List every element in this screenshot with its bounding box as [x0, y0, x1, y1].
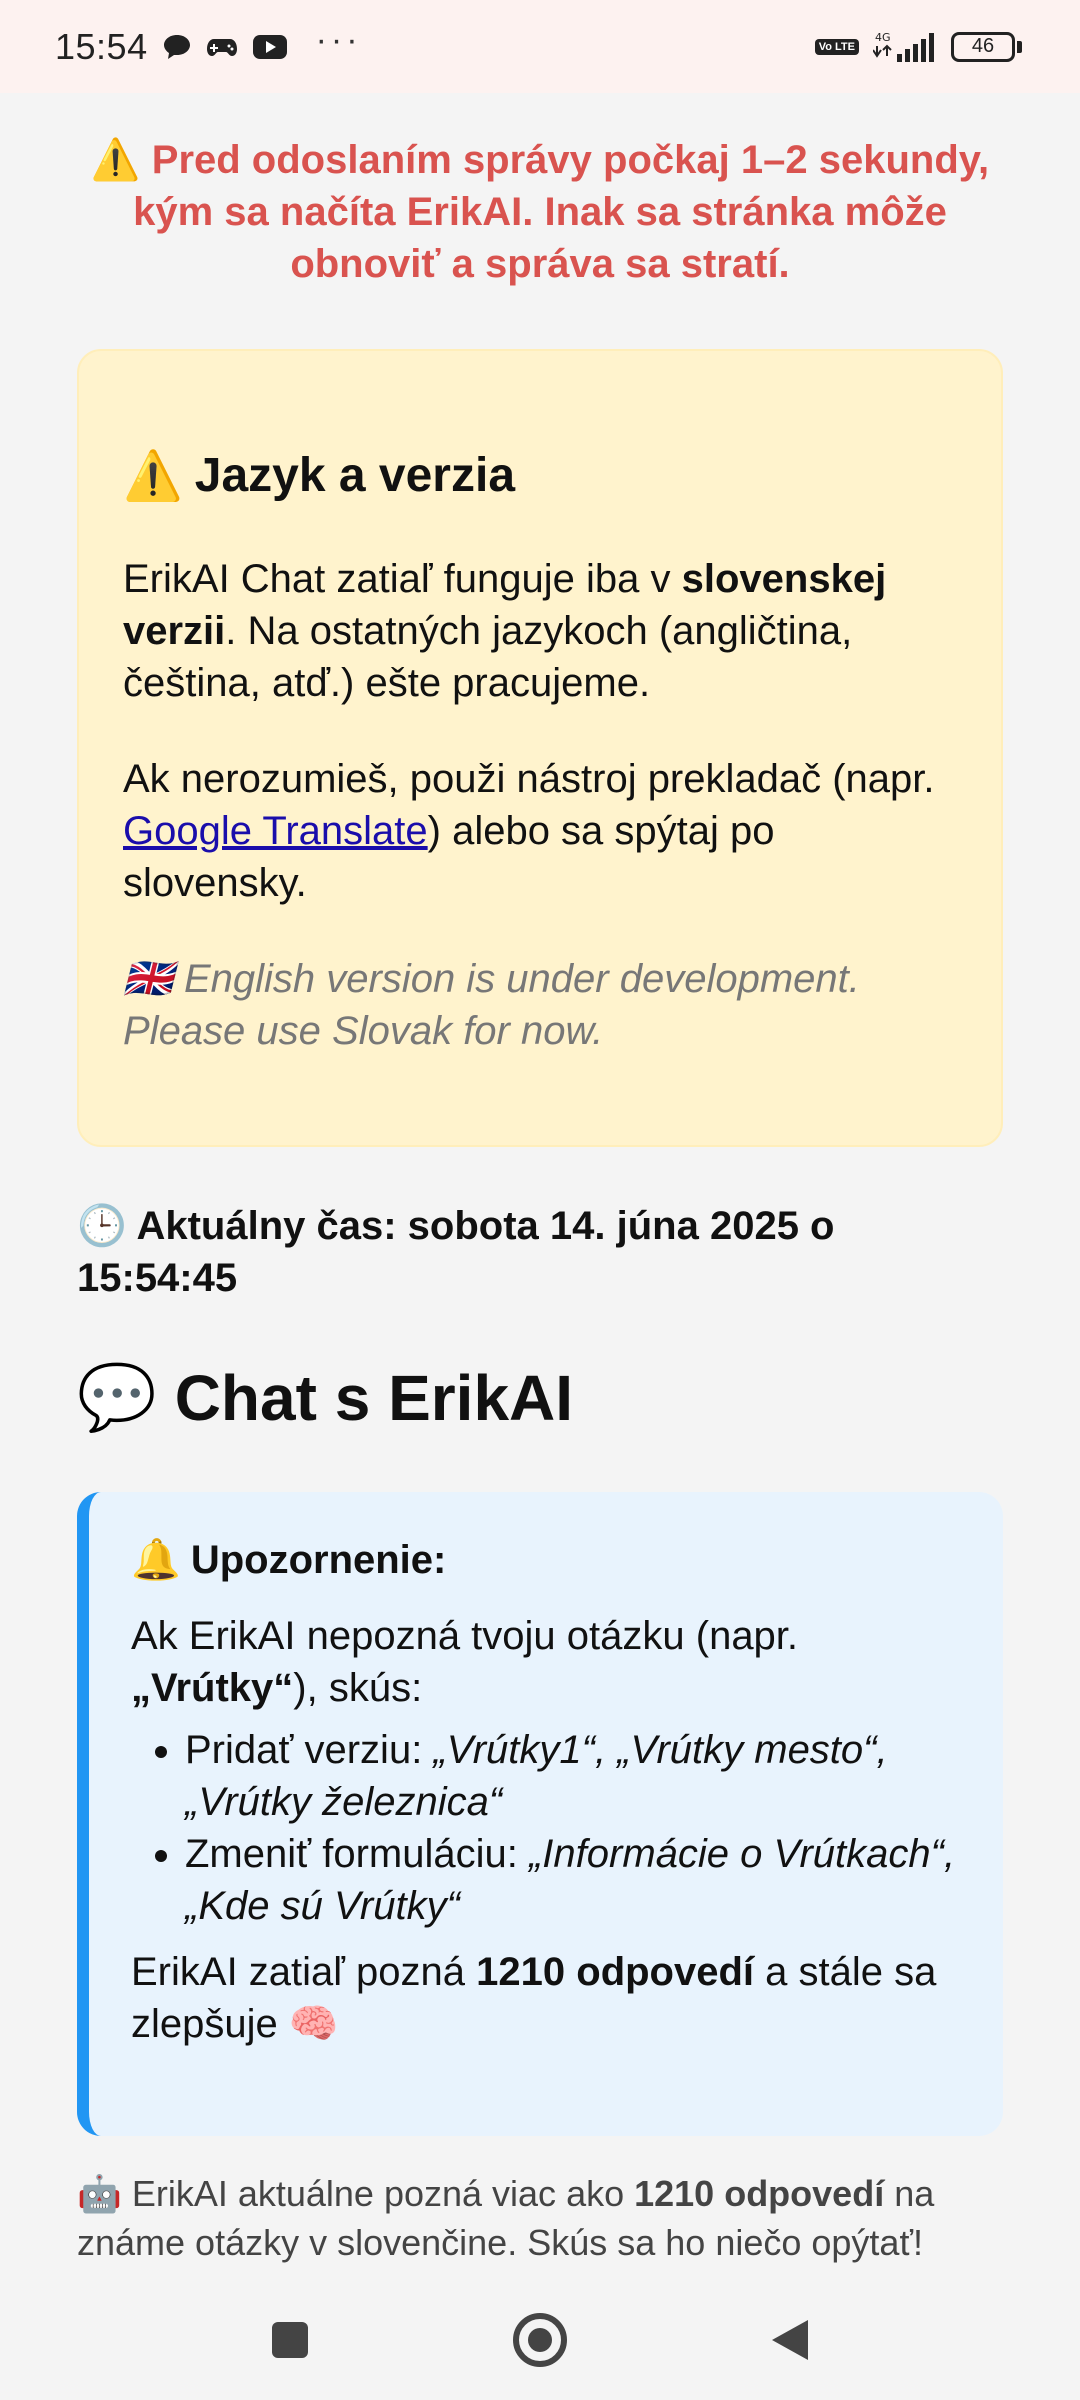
- google-translate-link[interactable]: Google Translate: [123, 809, 428, 853]
- home-circle-icon[interactable]: [510, 2310, 570, 2370]
- status-left: 15:54 ···: [55, 21, 362, 68]
- status-right: Vo LTE 4G 46: [814, 30, 1022, 64]
- notice-box: 🔔 Upozornenie: Ak ErikAI nepozná tvoju o…: [77, 1492, 1003, 2136]
- status-bar: 15:54 ··· Vo LTE 4G 46: [0, 0, 1080, 93]
- notice-intro-after: ), skús:: [293, 1666, 423, 1710]
- uk-flag-icon: 🇬🇧: [123, 956, 173, 1002]
- back-triangle-icon[interactable]: [760, 2310, 820, 2370]
- footer-text: ErikAI aktuálne pozná viac ako: [121, 2173, 635, 2214]
- more-icon: ···: [315, 21, 362, 59]
- notice-list: Pridať verziu: „Vrútky1“, „Vrútky mesto“…: [185, 1724, 963, 1932]
- signal-icon: 4G: [873, 30, 937, 64]
- network-type: 4G: [875, 31, 891, 44]
- clock-icon: 🕒: [77, 1203, 127, 1249]
- footer-bold: 1210 odpovedí: [634, 2173, 885, 2214]
- brain-icon: 🧠: [288, 2001, 339, 2047]
- page-title: 💬 Chat s ErikAI: [77, 1356, 573, 1440]
- list-item-label: Zmeniť formuláciu:: [185, 1832, 529, 1876]
- notice-title-text: Upozornenie:: [190, 1538, 447, 1582]
- warning-icon: ⚠️: [123, 448, 183, 504]
- current-time-text: Aktuálny čas: sobota 14. júna 2025 o 15:…: [77, 1204, 835, 1300]
- language-card-title: ⚠️ Jazyk a verzia: [123, 447, 957, 505]
- language-paragraph-1: ErikAI Chat zatiaľ funguje iba v slovens…: [123, 553, 957, 709]
- english-note-text: English version is under development. Pl…: [123, 957, 860, 1053]
- language-paragraph-2: Ak nerozumieš, použi nástroj prekladač (…: [123, 753, 957, 909]
- notice-bottom-text: ErikAI zatiaľ pozná: [131, 1950, 477, 1994]
- english-note: 🇬🇧 English version is under development.…: [123, 953, 957, 1057]
- status-time: 15:54: [55, 25, 148, 67]
- notice-bottom-bold: 1210 odpovedí: [476, 1950, 755, 1994]
- language-p2-text: Ak nerozumieš, použi nástroj prekladač (…: [123, 757, 935, 801]
- battery-tip: [1017, 40, 1022, 53]
- robot-icon: 🤖: [77, 2174, 122, 2215]
- battery-icon: 46: [951, 31, 1022, 62]
- bell-icon: 🔔: [131, 1537, 181, 1583]
- notice-title: 🔔 Upozornenie:: [131, 1534, 963, 1586]
- current-time: 🕒 Aktuálny čas: sobota 14. júna 2025 o 1…: [77, 1200, 977, 1304]
- gamepad-icon: [206, 35, 238, 59]
- warning-icon: ⚠️: [90, 137, 141, 183]
- top-warning-text: Pred odoslaním správy počkaj 1–2 sekundy…: [133, 138, 990, 286]
- youtube-icon: [252, 34, 288, 60]
- chat-bubble-icon: [162, 33, 192, 61]
- system-nav-bar: [0, 2280, 1080, 2400]
- page-title-text: Chat s ErikAI: [174, 1362, 574, 1434]
- language-card: ⚠️ Jazyk a verzia ErikAI Chat zatiaľ fun…: [77, 349, 1003, 1147]
- notice-bottom: ErikAI zatiaľ pozná 1210 odpovedí a stál…: [131, 1946, 963, 2050]
- notice-intro: Ak ErikAI nepozná tvoju otázku (napr. „V…: [131, 1610, 963, 1714]
- notice-intro-text: Ak ErikAI nepozná tvoju otázku (napr.: [131, 1614, 799, 1658]
- list-item: Zmeniť formuláciu: „Informácie o Vrútkac…: [185, 1828, 963, 1932]
- battery-level: 46: [951, 31, 1015, 62]
- recents-square-icon[interactable]: [260, 2310, 320, 2370]
- list-item: Pridať verziu: „Vrútky1“, „Vrútky mesto“…: [185, 1724, 963, 1828]
- language-card-title-text: Jazyk a verzia: [194, 449, 516, 502]
- language-p1-after: . Na ostatných jazykoch (angličtina, češ…: [123, 609, 853, 705]
- language-p1-text: ErikAI Chat zatiaľ funguje iba v: [123, 557, 682, 601]
- footer-note: 🤖 ErikAI aktuálne pozná viac ako 1210 od…: [77, 2170, 1017, 2267]
- list-item-label: Pridať verziu:: [185, 1728, 434, 1772]
- notice-intro-bold: „Vrútky“: [131, 1666, 294, 1710]
- top-warning: ⚠️ Pred odoslaním správy počkaj 1–2 seku…: [60, 134, 1020, 290]
- speech-bubble-icon: 💬: [77, 1361, 157, 1435]
- volte-badge: Vo LTE: [814, 38, 859, 55]
